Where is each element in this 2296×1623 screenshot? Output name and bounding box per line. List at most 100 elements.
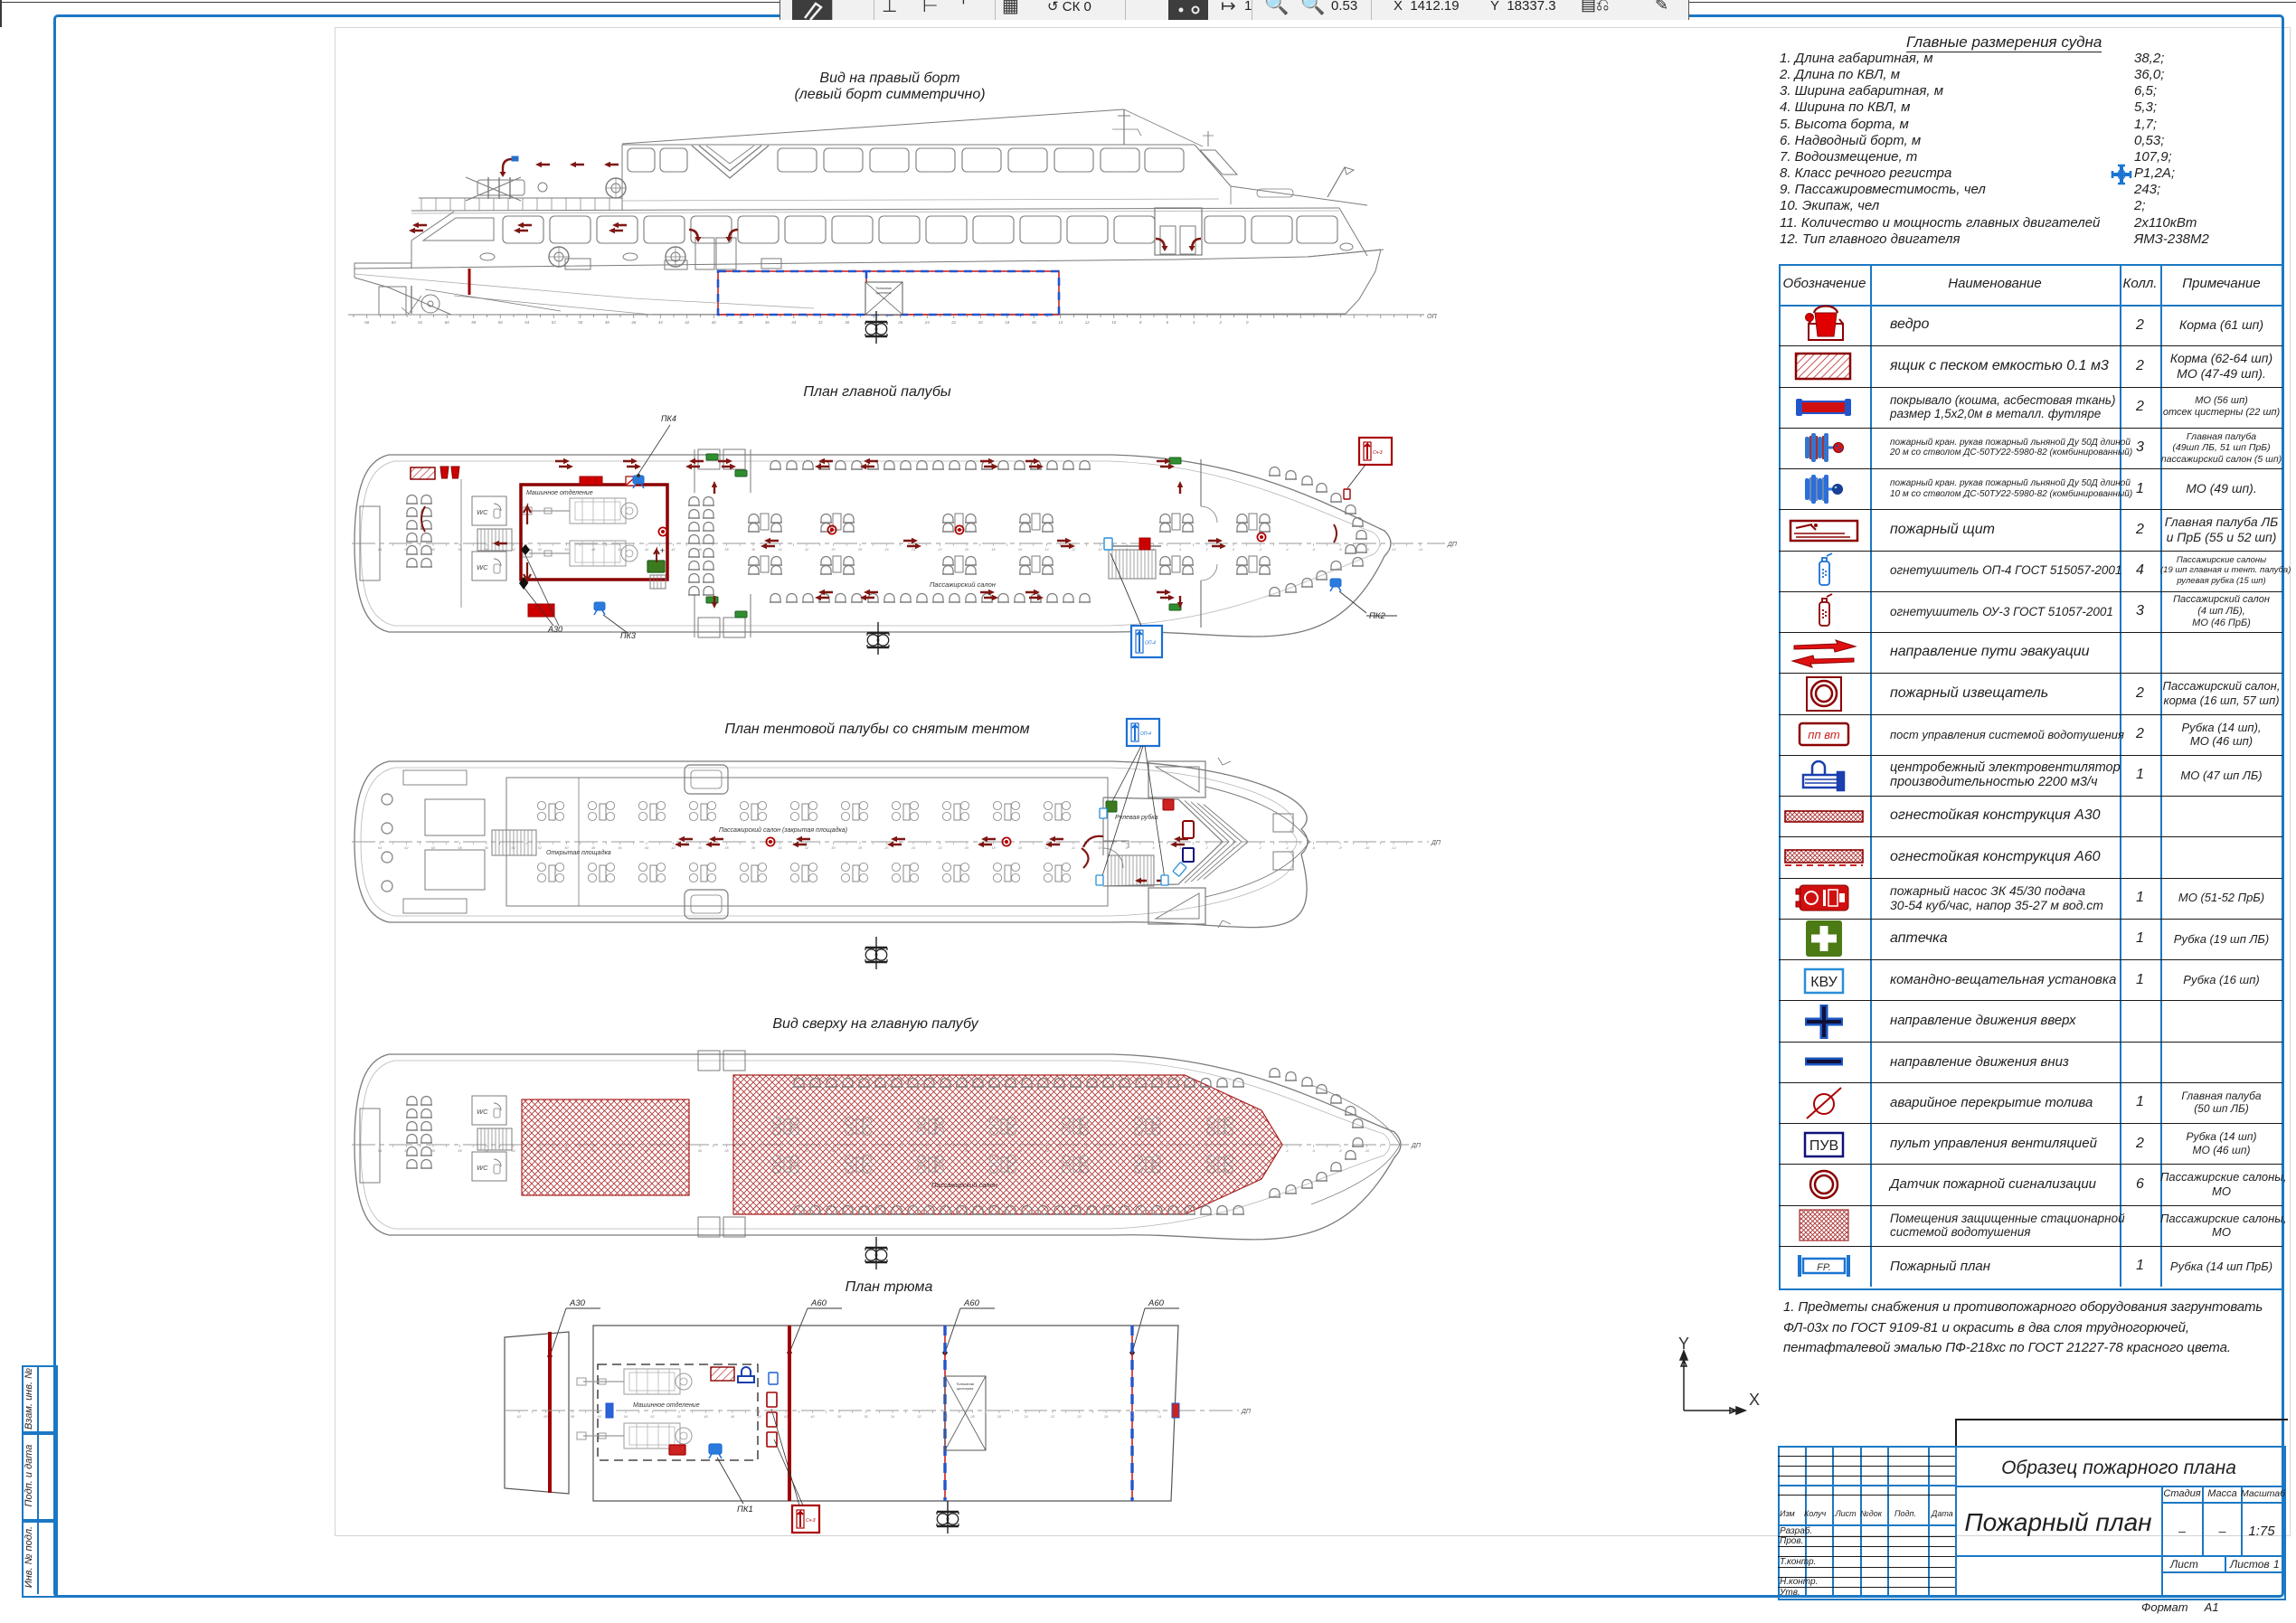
svg-text:А30: А30: [569, 1298, 586, 1308]
svg-text:16: 16: [1032, 320, 1036, 325]
svg-text:пп вт: пп вт: [1808, 728, 1840, 741]
svg-text:-6: -6: [1312, 548, 1316, 552]
svg-text:40: 40: [698, 1149, 703, 1153]
svg-text:4: 4: [1179, 846, 1181, 850]
svg-text:8: 8: [1126, 846, 1129, 850]
svg-text:2: 2: [1205, 548, 1208, 552]
svg-text:44: 44: [645, 846, 648, 850]
svg-text:44: 44: [757, 1415, 761, 1419]
svg-text:0: 0: [1246, 320, 1249, 325]
svg-text:FP.: FP.: [1817, 1262, 1831, 1273]
svg-text:58: 58: [458, 846, 462, 850]
svg-text:22: 22: [937, 846, 942, 850]
svg-text:16: 16: [1018, 548, 1023, 552]
svg-text:18: 18: [991, 846, 996, 850]
svg-text:22: 22: [937, 548, 942, 552]
svg-text:-14: -14: [1418, 548, 1423, 552]
svg-text:-10: -10: [1365, 1149, 1370, 1153]
svg-text:-12: -12: [1391, 548, 1396, 552]
svg-text:56: 56: [485, 846, 489, 850]
svg-text:14: 14: [1058, 320, 1063, 325]
svg-text:X: X: [1749, 1391, 1760, 1409]
svg-text:56: 56: [597, 1415, 601, 1419]
svg-text:Машинное отделение: Машинное отделение: [633, 1401, 700, 1409]
svg-text:4: 4: [1193, 320, 1195, 325]
svg-text:54: 54: [511, 846, 515, 850]
svg-text:26: 26: [997, 1415, 1002, 1419]
svg-text:цистерна: цистерна: [876, 291, 892, 295]
svg-text:-4: -4: [1285, 548, 1288, 552]
svg-text:50: 50: [564, 548, 569, 552]
svg-text:2: 2: [1205, 846, 1208, 850]
svg-text:цистерна: цистерна: [957, 1386, 974, 1391]
svg-text:-12: -12: [1391, 846, 1396, 850]
svg-text:40: 40: [698, 846, 703, 850]
svg-text:32: 32: [818, 320, 823, 325]
svg-text:6: 6: [1167, 320, 1169, 325]
svg-text:-6: -6: [1312, 846, 1316, 850]
svg-text:8: 8: [1139, 320, 1142, 325]
svg-text:ДП: ДП: [1447, 542, 1458, 548]
svg-text:12: 12: [1072, 846, 1076, 850]
svg-text:38: 38: [724, 548, 729, 552]
svg-text:24: 24: [924, 320, 930, 325]
svg-text:-8: -8: [1338, 1149, 1342, 1153]
svg-text:2: 2: [1219, 320, 1223, 325]
svg-text:52: 52: [538, 846, 543, 850]
svg-text:ПК1: ПК1: [737, 1505, 753, 1514]
svg-text:12: 12: [1085, 320, 1090, 325]
svg-text:16: 16: [1130, 1415, 1135, 1419]
svg-text:48: 48: [591, 548, 596, 552]
svg-text:А60: А60: [1148, 1298, 1165, 1308]
svg-text:А30: А30: [547, 625, 562, 634]
svg-text:20: 20: [964, 846, 969, 850]
svg-text:16: 16: [1018, 846, 1023, 850]
svg-text:-2: -2: [1259, 846, 1262, 850]
svg-text:-8: -8: [1338, 548, 1342, 552]
svg-text:-10: -10: [1365, 846, 1370, 850]
svg-text:62: 62: [404, 846, 409, 850]
svg-text:60: 60: [431, 1149, 436, 1153]
svg-text:Пассажирский салон (закрытая п: Пассажирский салон (закрытая площадка): [719, 826, 847, 834]
svg-text:0: 0: [1233, 548, 1235, 552]
svg-text:-10: -10: [1365, 548, 1370, 552]
svg-text:38: 38: [837, 1415, 842, 1419]
svg-text:Пассажирский салон: Пассажирский салон: [930, 580, 996, 589]
svg-text:10: 10: [1111, 320, 1116, 325]
svg-text:ДП: ДП: [1431, 840, 1441, 846]
svg-text:30: 30: [831, 846, 836, 850]
svg-text:28: 28: [969, 1415, 975, 1419]
svg-text:62: 62: [418, 320, 422, 325]
svg-text:36: 36: [864, 1415, 868, 1419]
svg-text:WC: WC: [477, 508, 488, 516]
svg-text:52: 52: [650, 1415, 655, 1419]
svg-text:Y: Y: [1678, 1335, 1689, 1353]
svg-text:ОП: ОП: [1427, 314, 1437, 320]
svg-text:20: 20: [964, 548, 969, 552]
svg-text:46: 46: [731, 1415, 735, 1419]
svg-text:-4: -4: [1285, 1149, 1288, 1153]
svg-text:6: 6: [1152, 846, 1155, 850]
svg-text:54: 54: [624, 1415, 628, 1419]
svg-text:Сч-3: Сч-3: [1373, 450, 1383, 456]
svg-text:64: 64: [378, 846, 382, 850]
svg-text:32: 32: [805, 548, 809, 552]
svg-text:50: 50: [578, 320, 582, 325]
svg-text:34: 34: [778, 846, 781, 850]
svg-text:ПК2: ПК2: [1369, 611, 1385, 621]
svg-text:Машинное отделение: Машинное отделение: [526, 489, 593, 496]
svg-text:26: 26: [897, 320, 902, 325]
svg-text:Пассажирский салон: Пассажирский салон: [931, 1181, 997, 1189]
svg-text:52: 52: [538, 548, 543, 552]
svg-text:-6: -6: [1312, 1149, 1316, 1153]
svg-text:62: 62: [517, 1415, 522, 1419]
svg-text:40: 40: [810, 1415, 815, 1419]
svg-text:44: 44: [645, 548, 648, 552]
svg-text:ОП-4: ОП-4: [1145, 641, 1156, 646]
svg-text:48: 48: [605, 320, 609, 325]
svg-text:Топливная: Топливная: [875, 287, 892, 290]
svg-text:36: 36: [765, 320, 770, 325]
svg-text:34: 34: [791, 320, 796, 325]
svg-text:60: 60: [431, 846, 436, 850]
svg-text:КВУ: КВУ: [1810, 975, 1838, 990]
